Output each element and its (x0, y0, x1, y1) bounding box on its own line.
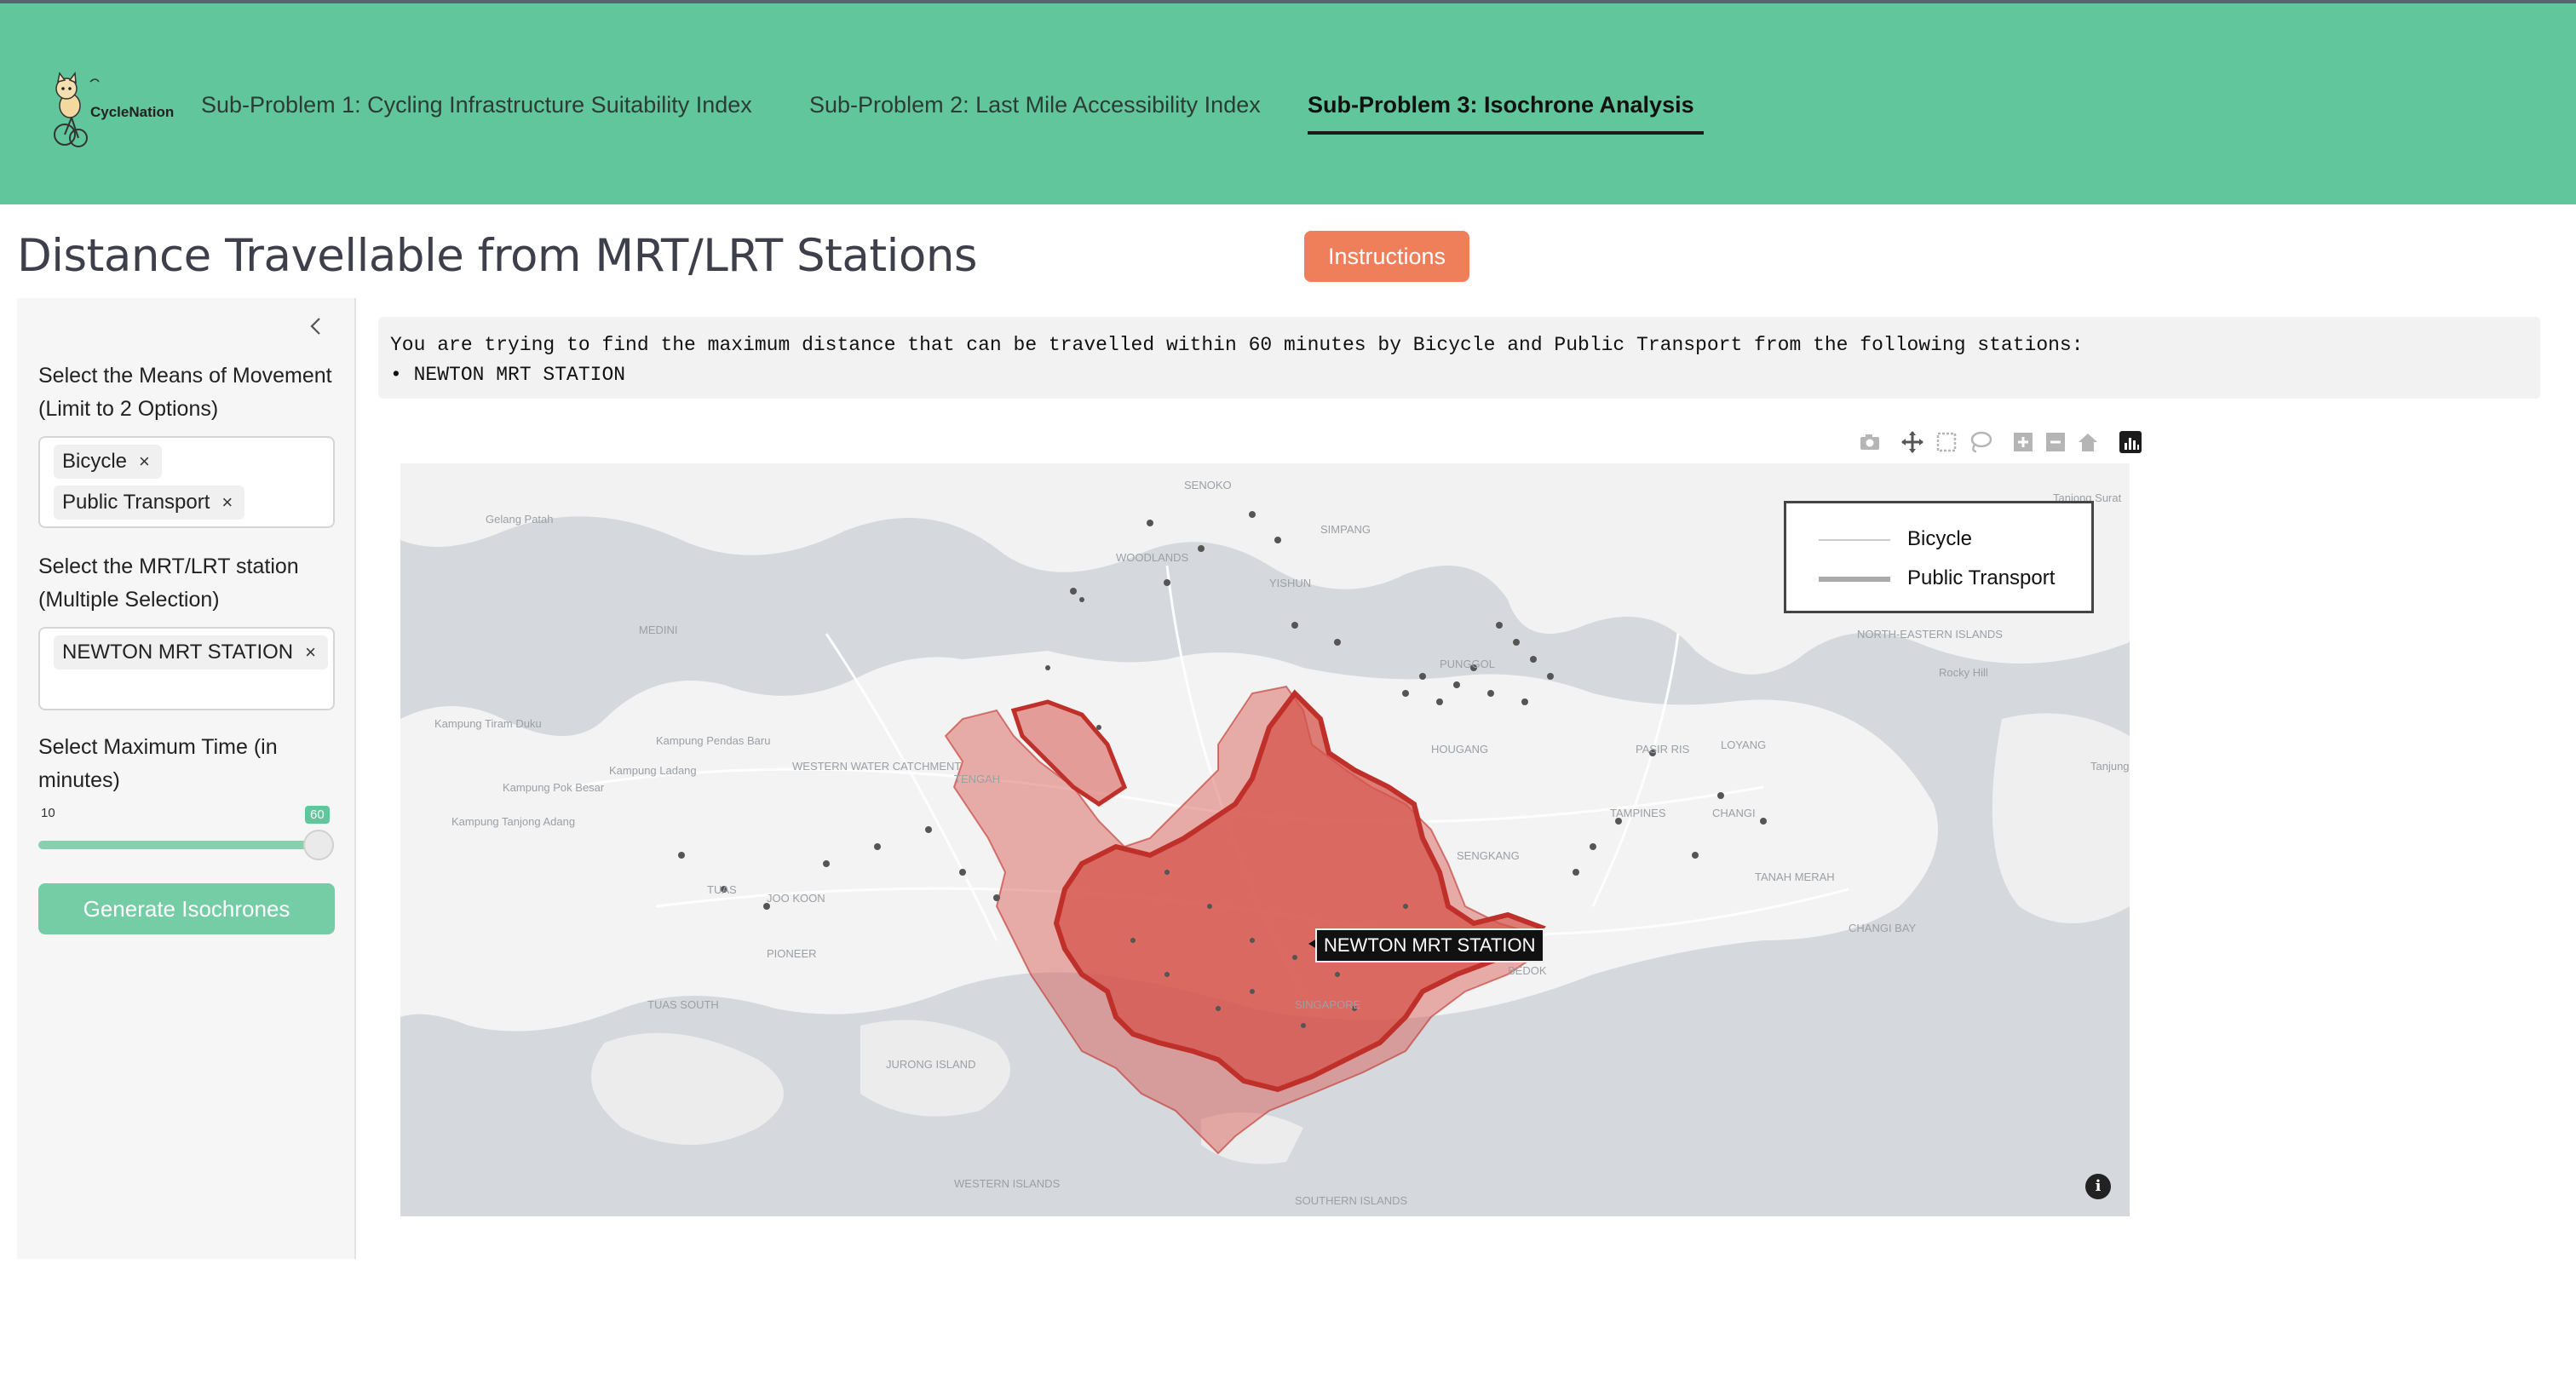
legend-bicycle-label[interactable]: Bicycle (1907, 527, 1972, 551)
lasso-icon[interactable] (1968, 429, 1993, 455)
map-label: PASIR RIS (1636, 743, 1690, 756)
map-label: BEDOK (1508, 964, 1547, 977)
chip-bicycle: Bicycle × (54, 445, 162, 479)
box-select-icon[interactable] (1934, 429, 1959, 455)
map-label: YISHUN (1269, 577, 1311, 589)
chip-public-transport: Public Transport × (54, 486, 245, 520)
map-label: WOODLANDS (1116, 551, 1189, 564)
map-label: JOO KOON (767, 892, 825, 905)
map-label: HOUGANG (1431, 743, 1488, 756)
max-time-label: Select Maximum Time (in minutes) (38, 735, 278, 792)
map-label: NORTH-EASTERN ISLANDS (1857, 628, 2003, 641)
map-label: SENOKO (1184, 479, 1232, 491)
generate-isochrones-button[interactable]: Generate Isochrones (38, 883, 335, 934)
nav-sub-problem-1[interactable]: Sub-Problem 1: Cycling Infrastructure Su… (201, 92, 752, 118)
info-icon[interactable]: i (2085, 1174, 2111, 1199)
map-label: SOUTHERN ISLANDS (1295, 1194, 1408, 1207)
selection-summary-box: You are trying to find the maximum dista… (378, 317, 2540, 399)
legend-bicycle-line (1819, 539, 1890, 541)
map-label: TUAS (707, 883, 737, 896)
map-label: Kampung Pendas Baru (656, 734, 770, 747)
chip-bicycle-label: Bicycle (62, 450, 128, 473)
map-label: MEDINI (639, 624, 678, 636)
nav-sub-problem-3[interactable]: Sub-Problem 3: Isochrone Analysis (1308, 92, 1694, 118)
map-label: PIONEER (767, 947, 817, 960)
map-label: CHANGI BAY (1849, 922, 1917, 934)
map-label: Kampung Tanjong Adang (451, 815, 575, 828)
remove-chip-icon[interactable]: × (305, 641, 316, 663)
map-label: TENGAH (954, 773, 1000, 785)
map-label: SENGKANG (1457, 849, 1520, 862)
map-label: Kampung Pok Besar (503, 781, 605, 794)
station-multiselect[interactable]: NEWTON MRT STATION × (38, 627, 335, 710)
means-of-movement-multiselect[interactable]: Bicycle × Public Transport × (38, 436, 335, 528)
means-of-movement-label: Select the Means of Movement (Limit to 2… (38, 364, 332, 421)
plot-modebar (1857, 429, 2147, 458)
map-label: WESTERN ISLANDS (954, 1177, 1061, 1190)
logo-text: CycleNation (90, 104, 175, 120)
map-label: WESTERN WATER CATCHMENT (792, 760, 961, 773)
slider-current-value: 60 (305, 806, 330, 824)
map-label: TUAS SOUTH (647, 998, 719, 1011)
page-title: Distance Travellable from MRT/LRT Statio… (17, 230, 978, 282)
map-label: PUNGGOL (1440, 658, 1495, 670)
legend-public-transport-line (1819, 577, 1890, 582)
max-time-slider-track[interactable] (38, 841, 326, 849)
map-label: SIMPANG (1320, 523, 1371, 536)
map-label: TANAH MERAH (1755, 871, 1835, 883)
map-label: Tanjung Pengelih (2090, 760, 2130, 773)
map-label: Kampung Ladang (609, 764, 697, 777)
station-hover-label: NEWTON MRT STATION (1315, 928, 1544, 963)
plotly-logo-icon[interactable] (2118, 429, 2143, 455)
chip-public-transport-label: Public Transport (62, 491, 210, 514)
map-label: Gelang Patah (486, 513, 554, 526)
remove-chip-icon[interactable]: × (221, 491, 233, 513)
map-label: Kampung Tiram Duku (434, 717, 542, 730)
sidebar: Select the Means of Movement (Limit to 2… (17, 298, 356, 1259)
map-label: LOYANG (1721, 738, 1766, 751)
chip-newton-mrt-station: NEWTON MRT STATION × (54, 635, 328, 670)
chevron-left-icon[interactable] (303, 313, 329, 339)
map-label: CHANGI (1712, 807, 1756, 819)
map-label: TAMPINES (1610, 807, 1666, 819)
top-navbar: CycleNation Sub-Problem 1: Cycling Infra… (0, 0, 2576, 204)
map-label: JURONG ISLAND (886, 1058, 975, 1071)
nav-sub-problem-2[interactable]: Sub-Problem 2: Last Mile Accessibility I… (809, 92, 1261, 118)
station-select-label: Select the MRT/LRT station (Multiple Sel… (38, 555, 299, 612)
chip-station-label: NEWTON MRT STATION (62, 641, 294, 664)
instructions-button[interactable]: Instructions (1304, 231, 1469, 282)
summary-station-bullet: • NEWTON MRT STATION (390, 364, 626, 386)
map-label: SINGAPORE (1295, 998, 1361, 1011)
max-time-slider-thumb[interactable] (303, 830, 334, 860)
active-tab-underline (1308, 131, 1704, 135)
zoom-out-icon[interactable] (2043, 429, 2068, 455)
pan-icon[interactable] (1900, 429, 1925, 455)
map-legend[interactable]: Bicycle Public Transport (1784, 501, 2094, 613)
zoom-in-icon[interactable] (2010, 429, 2036, 455)
reset-home-icon[interactable] (2075, 429, 2101, 455)
summary-line: You are trying to find the maximum dista… (390, 334, 2084, 356)
remove-chip-icon[interactable]: × (139, 451, 150, 472)
map-label: Rocky Hill (1939, 666, 1988, 679)
slider-min-value: 10 (41, 806, 55, 820)
camera-icon[interactable] (1857, 429, 1883, 455)
legend-public-transport-label[interactable]: Public Transport (1907, 566, 2055, 590)
